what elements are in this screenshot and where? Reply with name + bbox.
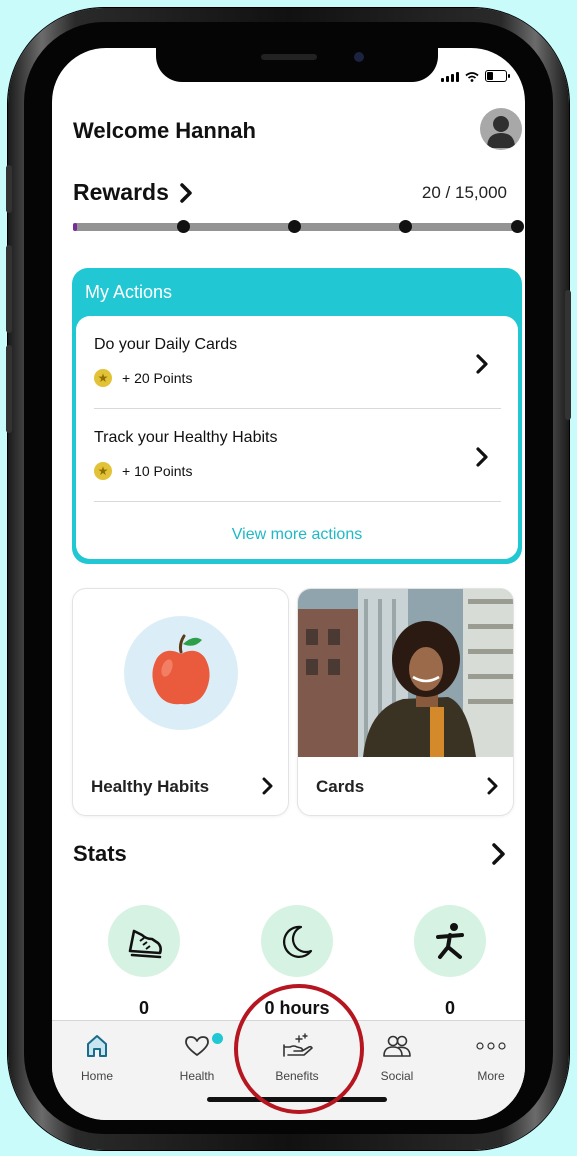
- front-camera: [354, 52, 364, 62]
- stat-steps-value: 0: [138, 998, 149, 1018]
- mute-switch: [6, 165, 12, 213]
- action-points-label: + 20 Points: [122, 370, 193, 386]
- chevron-right-icon: [476, 447, 488, 467]
- apple-illustration: [124, 616, 238, 730]
- tab-social[interactable]: Social: [352, 1033, 442, 1083]
- chevron-right-icon: [262, 777, 273, 795]
- notification-dot: [212, 1033, 223, 1044]
- chevron-right-icon: [487, 777, 498, 795]
- cards-tile[interactable]: Cards: [297, 588, 514, 816]
- tile-label: Cards: [316, 777, 365, 796]
- app-screen: Welcome Hannah Rewards 20 / 15,000 My Ac…: [52, 48, 525, 1120]
- status-bar: [441, 70, 510, 82]
- home-icon: [87, 1035, 107, 1057]
- stat-activity-value: 0: [444, 998, 455, 1018]
- wifi-icon: [465, 72, 479, 82]
- chevron-right-icon: [476, 354, 488, 374]
- signal-icon: [441, 72, 459, 82]
- tab-label: More: [477, 1069, 505, 1083]
- action-title: Track your Healthy Habits: [94, 429, 278, 446]
- battery-icon: [485, 70, 510, 82]
- my-actions-title: My Actions: [85, 282, 173, 302]
- tab-label: Home: [80, 1069, 113, 1083]
- people-icon: [383, 1035, 411, 1057]
- highlight-circle: [234, 984, 364, 1114]
- star-coin-icon: [94, 369, 112, 387]
- tab-health[interactable]: Health: [152, 1033, 242, 1083]
- moon-icon: [283, 925, 313, 958]
- notch: [156, 48, 438, 82]
- volume-down-button: [6, 345, 12, 433]
- milestone-dot: [288, 220, 301, 233]
- tab-more[interactable]: More: [446, 1033, 525, 1083]
- more-dots-icon: [476, 1042, 506, 1050]
- action-item-healthy-habits[interactable]: Track your Healthy Habits + 10 Points: [94, 409, 501, 502]
- stats-chevron-right-icon[interactable]: [491, 842, 507, 866]
- milestone-dot: [177, 220, 190, 233]
- avatar[interactable]: [480, 108, 522, 150]
- tab-home[interactable]: Home: [52, 1033, 142, 1083]
- action-title: Do your Daily Cards: [94, 336, 238, 353]
- stats-heading: Stats: [73, 841, 127, 866]
- milestone-dot: [511, 220, 524, 233]
- progress-fill: [73, 223, 77, 231]
- star-coin-icon: [94, 462, 112, 480]
- stat-steps[interactable]: [108, 905, 180, 977]
- apple-icon: [152, 634, 210, 705]
- cards-photo: [298, 589, 513, 757]
- view-more-actions-link[interactable]: View more actions: [76, 526, 518, 544]
- volume-up-button: [6, 245, 12, 333]
- chevron-right-icon: [180, 182, 192, 203]
- power-button: [565, 290, 571, 420]
- milestone-dot: [399, 220, 412, 233]
- healthy-habits-tile[interactable]: Healthy Habits: [72, 588, 289, 816]
- speaker: [261, 54, 317, 60]
- stat-sleep[interactable]: [261, 905, 333, 977]
- shoe-icon: [128, 929, 162, 959]
- rewards-points: 20 / 15,000: [421, 183, 507, 202]
- action-points-label: + 10 Points: [122, 463, 193, 479]
- activity-icon: [436, 923, 464, 959]
- rewards-progress-bar: [73, 220, 524, 233]
- action-item-daily-cards[interactable]: Do your Daily Cards + 20 Points: [94, 316, 501, 409]
- tab-label: Health: [179, 1069, 215, 1083]
- action-points: + 10 Points: [94, 462, 192, 480]
- rewards-link[interactable]: Rewards: [73, 179, 193, 206]
- rewards-label: Rewards: [73, 179, 169, 205]
- stat-activity[interactable]: [414, 905, 486, 977]
- my-actions-list: Do your Daily Cards + 20 Points Track yo…: [76, 316, 518, 559]
- tab-label: Social: [380, 1069, 414, 1083]
- action-points: + 20 Points: [94, 369, 192, 387]
- my-actions-card: My Actions Do your Daily Cards + 20 Poin…: [72, 268, 522, 564]
- heart-icon: [185, 1036, 209, 1056]
- tile-label: Healthy Habits: [91, 777, 210, 796]
- user-icon: [487, 116, 515, 148]
- welcome-heading: Welcome Hannah: [73, 118, 256, 143]
